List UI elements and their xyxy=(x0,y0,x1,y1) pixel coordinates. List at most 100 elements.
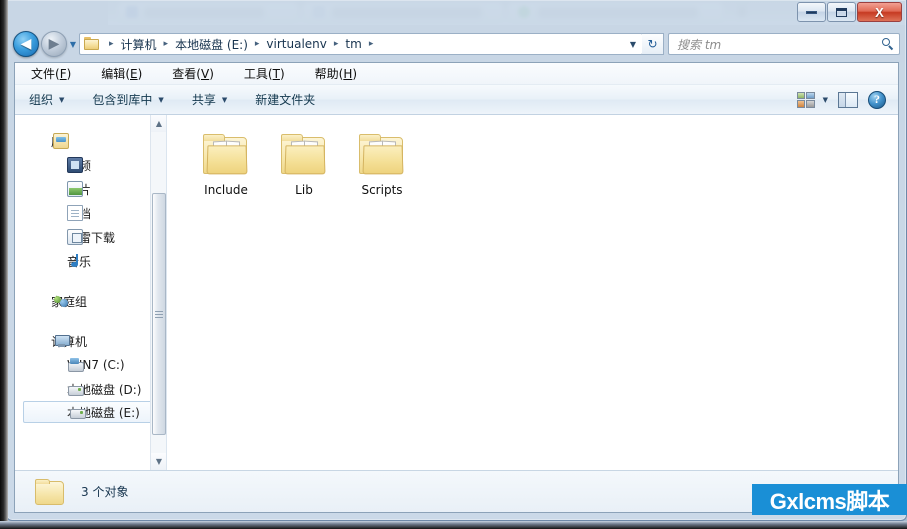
breadcrumb-separator: ▸ xyxy=(254,39,260,49)
breadcrumb-item-computer[interactable]: 计算机 xyxy=(119,36,159,53)
folder-grid: Include Lib Scripts xyxy=(187,131,898,197)
menu-tools-accel: T xyxy=(272,67,280,81)
sidebar-item-videos[interactable]: 视频 xyxy=(15,153,166,177)
folder-icon xyxy=(279,133,329,177)
sidebar-item-homegroup[interactable]: 家庭组 xyxy=(15,289,166,313)
share-button[interactable]: 共享 ▼ xyxy=(192,91,227,108)
change-view-icon[interactable] xyxy=(796,91,815,108)
watermark-banner: Gxlcms脚本 xyxy=(752,484,907,515)
list-item[interactable]: Scripts xyxy=(343,131,421,197)
library-icon xyxy=(53,133,69,149)
menu-help-accel: H xyxy=(343,67,353,81)
folder-icon xyxy=(357,133,407,177)
sidebar-item-drive-e[interactable]: 本地磁盘 (E:) xyxy=(23,401,160,423)
menu-view-accel: V xyxy=(200,67,210,81)
list-item[interactable]: Lib xyxy=(265,131,343,197)
search-icon xyxy=(881,37,895,51)
nav-group-computer: 计算机 WIN7 (C:) 本地磁盘 (D:) 本地磁盘 (E:) xyxy=(15,329,166,423)
window-frame-left-edge xyxy=(0,0,8,529)
back-button[interactable]: ◀ xyxy=(13,31,39,57)
list-item[interactable]: Include xyxy=(187,131,265,197)
file-list-view[interactable]: Include Lib Scripts xyxy=(167,115,898,470)
main-split: 库 视频 图片 文档 xyxy=(15,115,898,470)
documents-icon xyxy=(67,205,83,221)
computer-icon xyxy=(53,333,70,349)
breadcrumb-item-tm[interactable]: tm xyxy=(343,37,363,51)
breadcrumb-separator: ▸ xyxy=(109,39,114,49)
list-item-label: Lib xyxy=(295,183,313,197)
sidebar-item-thunder-downloads[interactable]: 迅雷下载 xyxy=(15,225,166,249)
breadcrumb-separator: ▸ xyxy=(333,39,339,49)
music-icon xyxy=(67,253,83,269)
sidebar-item-music[interactable]: 音乐 xyxy=(15,249,166,273)
list-item-label: Include xyxy=(204,183,248,197)
menu-file-label: 文件 xyxy=(31,67,56,81)
menu-tools[interactable]: 工具(T) xyxy=(242,63,287,84)
menu-bar: 文件(F) 编辑(E) 查看(V) 工具(T) 帮助(H) xyxy=(15,63,898,85)
organize-button[interactable]: 组织 ▼ xyxy=(29,91,64,108)
navigation-scrollbar[interactable]: ▲ ▼ xyxy=(150,115,166,470)
help-icon[interactable]: ? xyxy=(868,90,886,109)
navigation-pane: 库 视频 图片 文档 xyxy=(15,115,167,470)
preview-pane-icon[interactable] xyxy=(838,91,858,108)
chevron-down-icon[interactable]: ▼ xyxy=(823,96,828,104)
sidebar-item-documents[interactable]: 文档 xyxy=(15,201,166,225)
address-bar: ◀ ▶ ▼ ▸ 计算机 ▸ 本地磁盘 (E:) ▸ virtualenv ▸ t… xyxy=(7,26,906,62)
chevron-up-icon: ▲ xyxy=(155,119,163,128)
chevron-down-icon: ▼ xyxy=(155,457,163,466)
refresh-icon: ↻ xyxy=(647,37,658,51)
minimize-icon xyxy=(806,10,817,14)
forward-button[interactable]: ▶ xyxy=(41,31,67,57)
share-label: 共享 xyxy=(191,93,216,107)
folder-icon xyxy=(201,133,251,177)
homegroup-icon xyxy=(53,293,69,309)
menu-file[interactable]: 文件(F) xyxy=(29,63,73,84)
breadcrumb[interactable]: ▸ 计算机 ▸ 本地磁盘 (E:) ▸ virtualenv ▸ tm ▸ ▼ xyxy=(79,33,643,55)
include-in-library-button[interactable]: 包含到库中 ▼ xyxy=(92,91,163,108)
search-box[interactable]: 搜索 tm xyxy=(668,33,900,55)
chevron-down-icon: ▼ xyxy=(629,39,637,49)
scroll-down-button[interactable]: ▼ xyxy=(151,453,166,470)
sidebar-item-libraries[interactable]: 库 xyxy=(15,129,166,153)
command-bar-right-group: ▼ ? xyxy=(796,90,892,109)
chevron-down-icon: ▼ xyxy=(59,95,65,104)
sidebar-item-pictures[interactable]: 图片 xyxy=(15,177,166,201)
search-input[interactable]: 搜索 tm xyxy=(673,36,881,53)
menu-edit-label: 编辑 xyxy=(101,67,126,81)
video-icon xyxy=(67,157,83,173)
scrollbar-grip-icon xyxy=(155,310,163,318)
chevron-down-icon: ▼ xyxy=(221,95,228,104)
scroll-up-button[interactable]: ▲ xyxy=(151,115,166,132)
address-dropdown-button[interactable]: ▼ xyxy=(624,34,642,54)
watermark-text: Gxlcms脚本 xyxy=(769,488,890,514)
refresh-button[interactable]: ↻ xyxy=(642,33,664,55)
explorer-client-area: 文件(F) 编辑(E) 查看(V) 工具(T) 帮助(H) 组织 ▼ 包含到库中 xyxy=(14,62,899,513)
pictures-icon xyxy=(67,181,83,197)
new-folder-label: 新建文件夹 xyxy=(255,93,316,107)
window-controls: X xyxy=(797,2,902,22)
breadcrumb-item-virtualenv[interactable]: virtualenv xyxy=(264,37,328,51)
maximize-button[interactable] xyxy=(827,2,856,22)
menu-file-accel: F xyxy=(59,67,67,81)
menu-help-label: 帮助 xyxy=(314,67,339,81)
sidebar-item-drive-d[interactable]: 本地磁盘 (D:) xyxy=(15,377,166,401)
menu-help[interactable]: 帮助(H) xyxy=(313,63,359,84)
maximize-icon xyxy=(836,7,847,17)
breadcrumb-separator: ▸ xyxy=(163,39,169,49)
close-icon: X xyxy=(875,4,884,20)
nav-group-homegroup: 家庭组 xyxy=(15,289,166,313)
menu-edit[interactable]: 编辑(E) xyxy=(99,63,144,84)
status-folder-icon xyxy=(33,477,67,507)
back-arrow-icon: ◀ xyxy=(20,36,32,52)
breadcrumb-item-drive-e[interactable]: 本地磁盘 (E:) xyxy=(173,36,250,53)
explorer-window: X ◀ ▶ ▼ ▸ 计算机 ▸ 本地磁盘 (E:) ▸ virtualenv ▸… xyxy=(6,0,907,521)
sidebar-item-drive-c[interactable]: WIN7 (C:) xyxy=(15,353,166,377)
menu-view[interactable]: 查看(V) xyxy=(170,63,216,84)
recent-locations-button[interactable]: ▼ xyxy=(67,31,79,57)
minimize-button[interactable] xyxy=(797,2,826,22)
new-folder-button[interactable]: 新建文件夹 xyxy=(255,91,315,108)
include-in-library-label: 包含到库中 xyxy=(92,93,153,107)
close-button[interactable]: X xyxy=(857,2,902,22)
sidebar-item-computer[interactable]: 计算机 xyxy=(15,329,166,353)
scrollbar-thumb[interactable] xyxy=(152,193,166,435)
